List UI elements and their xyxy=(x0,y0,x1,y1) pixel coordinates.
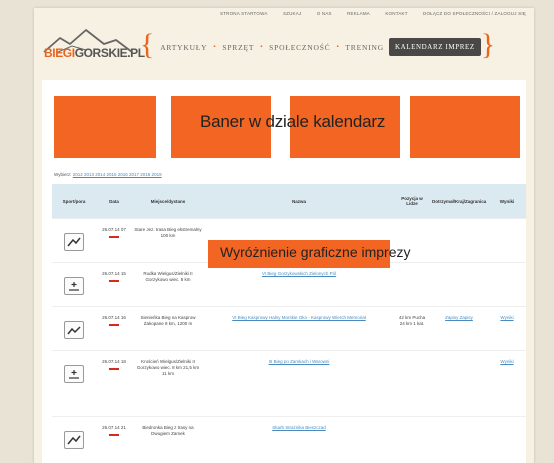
top-nav-link[interactable]: Strona startowa xyxy=(220,11,268,16)
menu-item-artykuly[interactable]: Artykuły xyxy=(155,43,212,52)
logo-text: BIEGIGORSKIE.PL xyxy=(44,46,145,60)
event-registration xyxy=(430,416,488,457)
event-date: 26.07.14 18 xyxy=(102,359,126,364)
event-place: Biedronka Bieg z trasy na Dwugiem Zamek xyxy=(132,416,204,457)
date-marker xyxy=(109,236,119,238)
top-nav-link[interactable]: O nas xyxy=(317,11,332,16)
date-marker xyxy=(109,324,119,326)
menu-item-kalendarz-imprez[interactable]: Kalendarz imprez xyxy=(388,38,481,56)
event-registration xyxy=(430,262,488,307)
events-table: Sport/pora Data Miejsce/dystans Nazwa Po… xyxy=(52,184,526,457)
event-registration xyxy=(430,218,488,263)
table-row[interactable]: 26.07.14 16 Sienieńka Bieg na Kasprow Za… xyxy=(52,306,526,351)
top-nav: Strona startowa Szukaj O nas Reklama Kon… xyxy=(220,11,526,16)
event-position xyxy=(394,416,430,457)
year-pager: Wybierz: 2012 2013 2014 2015 2016 2017 2… xyxy=(54,172,162,177)
table-row[interactable]: 26.07.14 18 Kroścień Wielgus/Zielniki II… xyxy=(52,350,526,417)
banner-block xyxy=(54,96,156,158)
event-name-link[interactable]: III Bieg po Zamkach i Warowni xyxy=(269,359,330,364)
banner-text: Baner w dziale kalendarz xyxy=(200,112,386,131)
table-row[interactable]: 26.07.14 15 Rudka Wielgus/Zielniki II Go… xyxy=(52,262,526,307)
column-header[interactable]: Wyniki xyxy=(488,184,526,219)
event-position: 42 km Pucha 24 km 1 kat. xyxy=(394,306,430,351)
column-header[interactable]: Miejsce/dystans xyxy=(132,184,204,219)
mountain-run-icon xyxy=(64,233,84,251)
snow-run-icon xyxy=(64,277,84,295)
top-nav-link[interactable]: Reklama xyxy=(347,11,370,16)
date-marker xyxy=(109,368,119,370)
event-results xyxy=(488,262,526,307)
top-nav-link[interactable]: Szukaj xyxy=(283,11,301,16)
results-link[interactable]: Wyniki xyxy=(500,315,513,320)
column-header[interactable]: Data xyxy=(96,184,132,219)
event-highlight-text: Wyróżnienie graficzne imprezy xyxy=(220,244,411,260)
event-position xyxy=(394,262,430,307)
event-date: 26.07.14 07 xyxy=(102,227,126,232)
menu-bracket-right: } xyxy=(480,28,496,61)
event-place: Kroścień Wielgus/Zielniki II Gorzykowo w… xyxy=(132,350,204,417)
mountain-run-icon xyxy=(64,321,84,339)
menu-item-spolecznosc[interactable]: Społeczność xyxy=(264,43,335,52)
table-header-row: Sport/pora Data Miejsce/dystans Nazwa Po… xyxy=(52,184,526,219)
top-nav-link[interactable]: Kontakt xyxy=(385,11,407,16)
date-marker xyxy=(109,434,119,436)
banner-block xyxy=(410,96,520,158)
mountain-run-icon xyxy=(64,431,84,449)
menu-bracket-left: { xyxy=(140,28,156,61)
table-row[interactable]: 26.07.14 21 Biedronka Bieg z trasy na Dw… xyxy=(52,416,526,457)
site-logo[interactable]: BIEGIGORSKIE.PL xyxy=(42,28,145,64)
event-date: 26.07.14 21 xyxy=(102,425,126,430)
event-name-link[interactable]: VI Bieg Kasprowy Halny Morskie Oko - Kas… xyxy=(232,315,366,320)
event-registration xyxy=(430,350,488,417)
page: Strona startowa Szukaj O nas Reklama Kon… xyxy=(34,8,534,463)
column-header[interactable]: Nazwa xyxy=(204,184,394,219)
top-nav-link[interactable]: Dołącz do społeczności / Zaloguj się xyxy=(423,11,526,16)
event-place: Stare Jez. trasa Bieg ekstremalny 100 km xyxy=(132,218,204,263)
date-marker xyxy=(109,280,119,282)
event-date: 26.07.14 16 xyxy=(102,315,126,320)
results-link[interactable]: Wyniki xyxy=(500,359,513,364)
event-date: 26.07.14 15 xyxy=(102,271,126,276)
snow-run-icon xyxy=(64,365,84,383)
column-header[interactable]: Pozycja w Lidze xyxy=(394,184,430,219)
registration-link[interactable]: Zapisy Zapisy xyxy=(445,315,473,320)
column-header[interactable]: Sport/pora xyxy=(52,184,96,219)
event-name-link[interactable]: VI Bieg Gorzykowskich Zielonych Pól xyxy=(262,271,336,276)
year-links[interactable]: 2012 2013 2014 2015 2016 2017 2018 2019 xyxy=(73,172,162,177)
event-results xyxy=(488,218,526,263)
event-results xyxy=(488,416,526,457)
event-name-link[interactable]: Skarb Strażnika Bieszczad xyxy=(272,425,326,430)
event-place: Sienieńka Bieg na Kasprow Zakopane 8 km,… xyxy=(132,306,204,351)
menu-item-sprzet[interactable]: Sprzęt xyxy=(217,43,259,52)
event-place: Rudka Wielgus/Zielniki II Gorzykowo wiec… xyxy=(132,262,204,307)
column-header[interactable]: Dotrzymał/Kraj/Zagranica xyxy=(430,184,488,219)
content-area: Baner w dziale kalendarz Wybierz: 2012 2… xyxy=(42,80,526,463)
menu-item-trening[interactable]: Trening xyxy=(340,43,389,52)
main-menu: { Artykuły ▪ Sprzęt ▪ Społeczność ▪ Tren… xyxy=(140,28,528,61)
event-position xyxy=(394,350,430,417)
